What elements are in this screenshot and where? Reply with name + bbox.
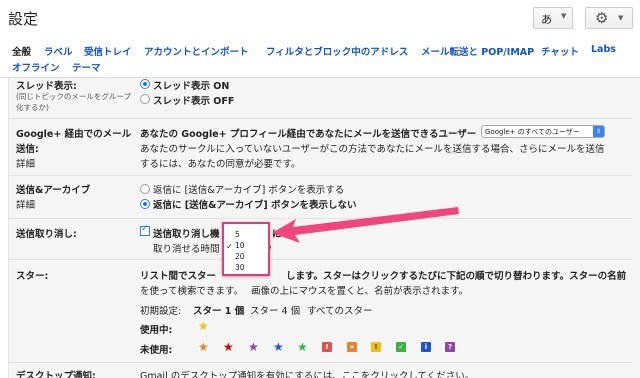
stars-preset-4-link[interactable]: スター 4 個 xyxy=(250,303,300,317)
chevron-down-icon: ▼ xyxy=(561,12,567,20)
dropdown-option[interactable]: 30 xyxy=(235,263,245,272)
orange-star-icon[interactable]: ★ xyxy=(198,340,209,354)
undo-label: 送信取り消し: xyxy=(16,229,77,240)
settings-button[interactable]: ⚙ ▼ xyxy=(585,7,633,29)
yellow-bang-icon[interactable]: ! xyxy=(371,342,381,352)
tab-filters[interactable]: フィルタとブロック中のアドレス xyxy=(266,44,408,58)
stars-unused-label: 未使用: xyxy=(140,345,173,356)
archive-label: 送信&アーカイブ xyxy=(16,185,91,196)
row-divider xyxy=(8,118,632,119)
desktop-enable-link[interactable]: Gmail のデスクトップ通知を有効にするには、ここをクリックしてください。 xyxy=(140,368,474,378)
thread-off-radio[interactable] xyxy=(140,94,150,104)
tab-accounts[interactable]: アカウントとインポート xyxy=(144,44,249,58)
stars-line2: を使って検索できます。 xyxy=(140,286,244,297)
row-divider xyxy=(8,175,632,176)
thread-sub: (同じトピックのメールをグループ化するか) xyxy=(16,92,131,112)
tab-themes[interactable]: テーマ xyxy=(72,60,101,74)
green-check-icon[interactable]: ✓ xyxy=(396,342,406,352)
archive-details-link[interactable]: 詳細 xyxy=(16,197,35,211)
undo-period-dropdown[interactable]: 5 ✓ 10 20 30 xyxy=(222,222,270,276)
desktop-label: デスクトップ通知: xyxy=(16,371,96,378)
thread-on-radio[interactable] xyxy=(140,79,150,89)
tab-general[interactable]: 全般 xyxy=(12,44,31,58)
undo-check-label: 送信取り消し機 xyxy=(153,229,220,240)
input-tools-button[interactable]: あ ▼ xyxy=(533,7,573,29)
blue-info-icon[interactable]: i xyxy=(421,342,431,352)
googleplus-select-value: Google+ のすべてのユーザー xyxy=(485,128,580,136)
dropdown-option[interactable]: 20 xyxy=(235,252,245,261)
orange-guillemet-icon[interactable]: » xyxy=(347,342,357,352)
input-tools-label: あ xyxy=(541,13,552,26)
check-icon: ✓ xyxy=(226,242,233,251)
page-title: 設定 xyxy=(8,10,39,28)
googleplus-details-link[interactable]: 詳細 xyxy=(16,156,35,170)
tab-inbox[interactable]: 受信トレイ xyxy=(84,44,132,58)
purple-question-icon[interactable]: ? xyxy=(445,342,455,352)
googleplus-line1: あなたの Google+ プロフィール経由であなたにメールを送信できるユーザー xyxy=(140,129,477,140)
purple-star-icon[interactable]: ★ xyxy=(248,340,259,354)
tab-chat[interactable]: チャット xyxy=(541,44,579,58)
stars-label: スター: xyxy=(16,271,49,282)
tab-labels[interactable]: ラベル xyxy=(44,44,73,58)
dropdown-option-selected[interactable]: 10 xyxy=(235,241,245,250)
stars-in-use-label: 使用中: xyxy=(140,325,173,336)
stars-line1b: します。スターはクリックするたびに下記の順で切り替わります。スターの名前 xyxy=(286,271,627,282)
googleplus-label: Google+ 経由でのメール xyxy=(16,129,132,140)
googleplus-line2: あなたのサークルに入っていないユーザーがこの方法であなたにメールを送信する場合、… xyxy=(140,144,605,155)
stars-preset-label: 初期設定: xyxy=(140,306,182,317)
stars-preset-1[interactable]: スター 1 個 xyxy=(193,303,244,317)
select-arrows-icon: ⇕ xyxy=(593,126,604,137)
green-star-icon[interactable]: ★ xyxy=(297,340,308,354)
archive-hide-radio[interactable] xyxy=(140,199,150,209)
gear-icon: ⚙ xyxy=(595,9,609,27)
dropdown-option[interactable]: 5 xyxy=(235,230,240,239)
row-divider xyxy=(8,259,632,260)
settings-tabs: 全般 ラベル 受信トレイ アカウントとインポート フィルタとブロック中のアドレス… xyxy=(0,38,640,78)
archive-show-label: 返信に [送信&アーカイブ] ボタンを表示する xyxy=(153,185,345,196)
stars-preset-all-link[interactable]: すべてのスター xyxy=(307,303,372,317)
red-star-icon[interactable]: ★ xyxy=(223,340,234,354)
undo-checkbox[interactable] xyxy=(140,224,150,236)
red-bang-icon[interactable]: ! xyxy=(322,342,332,352)
tab-offline[interactable]: オフライン xyxy=(12,60,60,74)
thread-label: スレッド表示: xyxy=(16,81,77,92)
row-divider xyxy=(8,362,632,363)
stars-line1: リスト間でスター xyxy=(140,271,217,282)
star-icon[interactable]: ★ xyxy=(198,319,209,333)
tab-labs[interactable]: Labs xyxy=(591,44,616,55)
googleplus-line3: するには、あなたの同意が必要です。 xyxy=(140,159,301,170)
blue-star-icon[interactable]: ★ xyxy=(273,340,284,354)
top-bar: 設定 あ ▼ ⚙ ▼ xyxy=(0,0,640,36)
annotation-arrow xyxy=(272,207,459,243)
tab-forwarding[interactable]: メール転送と POP/IMAP xyxy=(421,44,534,58)
chevron-down-icon: ▼ xyxy=(618,14,624,22)
googleplus-select[interactable]: Google+ のすべてのユーザー ⇕ xyxy=(481,125,605,138)
stars-line2b: 画像の上にマウスを置くと、名前が表示されます。 xyxy=(251,286,469,297)
googleplus-label-2: 送信: xyxy=(16,144,39,155)
archive-show-radio[interactable] xyxy=(140,184,150,194)
thread-on-label: スレッド表示 ON xyxy=(153,81,230,92)
undo-period-label: 取り消せる時間 xyxy=(153,244,220,255)
thread-off-label: スレッド表示 OFF xyxy=(153,96,235,107)
